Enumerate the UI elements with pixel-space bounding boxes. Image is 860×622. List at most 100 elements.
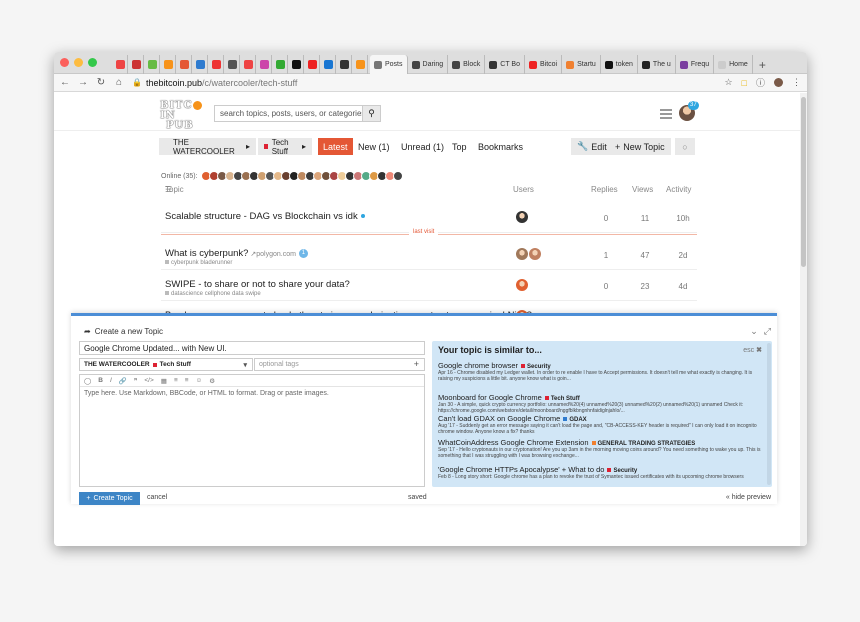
tab-bookmarks[interactable]: Bookmarks [473,138,528,155]
search-button[interactable]: ⚲ [362,105,381,122]
category-chooser[interactable]: THE WATERCOOLER Tech Stuff ▾ [79,358,253,371]
browser-tab[interactable] [242,55,256,74]
col-activity[interactable]: Activity [666,185,691,194]
back-icon[interactable]: ← [60,77,70,88]
reply-count[interactable]: 0 [599,214,613,223]
browser-tab[interactable] [258,55,272,74]
tab-top[interactable]: Top [447,138,472,155]
browser-tab[interactable]: Frequ [676,55,715,74]
browser-tab[interactable] [210,55,224,74]
browser-tab[interactable] [274,55,288,74]
avatar[interactable] [516,211,528,223]
minimize-window-button[interactable] [74,58,83,67]
profile-avatar-icon[interactable] [774,78,783,87]
online-user-avatar[interactable] [392,171,403,181]
composer-resize-grip[interactable] [420,317,434,319]
dismiss-similar[interactable]: esc ✖ [743,346,762,354]
image-upload-icon[interactable]: ▦ [161,377,167,385]
notification-badge[interactable]: 37 [688,101,699,110]
subcategory-dropdown[interactable]: Tech Stuff ▸ [258,138,312,156]
emoji-icon[interactable]: ☺ [196,377,203,384]
maximize-window-button[interactable] [88,58,97,67]
topic-title-link[interactable]: What is cyberpunk? ↗polygon.com 1 [165,248,308,259]
forward-icon[interactable]: → [78,77,88,88]
reply-count[interactable]: 1 [599,251,613,260]
browser-tab[interactable] [354,55,368,74]
code-icon[interactable]: </> [144,377,153,384]
new-topic-button[interactable]: + New Topic [609,138,671,155]
close-window-button[interactable] [60,58,69,67]
browser-tab[interactable]: Daring [408,55,449,74]
reload-icon[interactable]: ↻ [96,77,106,88]
hamburger-menu-icon[interactable] [660,109,672,119]
search-input[interactable]: search topics, posts, users, or categori… [214,105,380,122]
topic-title-link[interactable]: Scalable structure - DAG vs Blockchain v… [165,211,365,222]
bold-icon[interactable]: B [98,377,103,384]
italic-icon[interactable]: I [110,377,112,384]
create-topic-button[interactable]: + Create Topic [79,492,140,505]
quote-icon[interactable]: ❞ [134,377,138,385]
fullscreen-icon[interactable]: ⤢ [764,326,771,337]
similar-topic[interactable]: Can't load GDAX on Google Chrome GDAX Aug … [438,414,762,435]
browser-tab[interactable] [338,55,352,74]
similar-topic[interactable]: 'Google Chrome HTTPs Apocalypse' + What … [438,465,762,486]
browser-tab[interactable]: Bitcoi [525,55,563,74]
browser-tab[interactable] [130,55,144,74]
browser-tab[interactable]: Posts [370,55,408,74]
avatar[interactable] [529,248,541,260]
browser-tab[interactable]: Startu [562,55,601,74]
topic-title-input[interactable]: Google Chrome Updated... with New UI. [79,341,425,355]
similar-scrollbar[interactable] [767,343,771,485]
similar-topic[interactable]: Moonboard for Google Chrome Tech Stuff Jan… [438,393,762,414]
gear-icon[interactable]: ⚙ [209,377,215,385]
topic-tags[interactable]: cyberpunk bladerunner [165,260,232,266]
reply-count[interactable]: 0 [599,282,613,291]
table-row[interactable]: SWIPE - to share or not to share your da… [161,270,697,301]
home-icon[interactable]: ⌂ [114,77,124,88]
page-scrollbar[interactable] [800,93,807,546]
browser-tab[interactable] [114,55,128,74]
table-row[interactable]: What is cyberpunk? ↗polygon.com 1 cyberpun… [161,239,697,270]
external-link[interactable]: ↗polygon.com [248,251,296,258]
col-views[interactable]: Views [632,185,653,194]
browser-tab[interactable] [194,55,208,74]
site-logo[interactable]: BITCIN PUB [160,101,204,131]
avatar[interactable] [516,248,528,260]
browser-tab[interactable] [322,55,336,74]
tab-new[interactable]: New (1) [353,138,395,155]
add-tag-icon[interactable]: + [414,359,419,369]
edit-category-button[interactable]: 🔧 Edit [571,138,613,155]
extension-icon[interactable]: □ [742,78,747,88]
browser-tab[interactable] [290,55,304,74]
similar-topic[interactable]: WhatCoinAddress Google Chrome Extension G… [438,438,762,459]
avatar[interactable] [516,279,528,291]
toolbar-toggle-icon[interactable]: ◯ [84,377,91,385]
category-dropdown[interactable]: THE WATERCOOLER ▸ [159,138,256,156]
info-icon[interactable]: ⓘ [756,76,765,89]
browser-tab[interactable] [178,55,192,74]
col-replies[interactable]: Replies [591,185,618,194]
topic-tags[interactable]: datascience cellphone data swipe [165,291,261,297]
browser-tab[interactable]: Block [448,55,486,74]
tab-latest[interactable]: Latest [318,138,353,155]
bookmark-star-icon[interactable]: ☆ [724,77,732,88]
browser-tab[interactable]: Home [714,55,753,74]
bullet-list-icon[interactable]: ≡ [174,377,178,384]
browser-tab[interactable]: token [601,55,638,74]
tab-unread[interactable]: Unread (1) [396,138,449,155]
browser-tab[interactable]: CT Bo [485,55,525,74]
activity-time[interactable]: 2d [673,251,693,260]
browser-tab[interactable] [146,55,160,74]
browser-tab[interactable]: The u [638,55,676,74]
browser-tab[interactable] [226,55,240,74]
link-icon[interactable]: 🔗 [119,377,127,385]
url-field[interactable]: 🔒 thebitcoin.pub/c/watercooler/tech-stuf… [132,78,716,88]
notification-level-button[interactable]: ○ [675,138,695,155]
numbered-list-icon[interactable]: ≡ [185,377,189,384]
new-tab-button[interactable]: + [753,55,772,74]
body-textarea[interactable]: Type here. Use Markdown, BBCode, or HTML… [80,387,424,400]
tags-input[interactable]: optional tags + [254,358,425,371]
activity-time[interactable]: 10h [673,214,693,223]
menu-dots-icon[interactable]: ⋮ [792,77,801,88]
minimize-composer-icon[interactable]: ⌄ [750,326,758,337]
